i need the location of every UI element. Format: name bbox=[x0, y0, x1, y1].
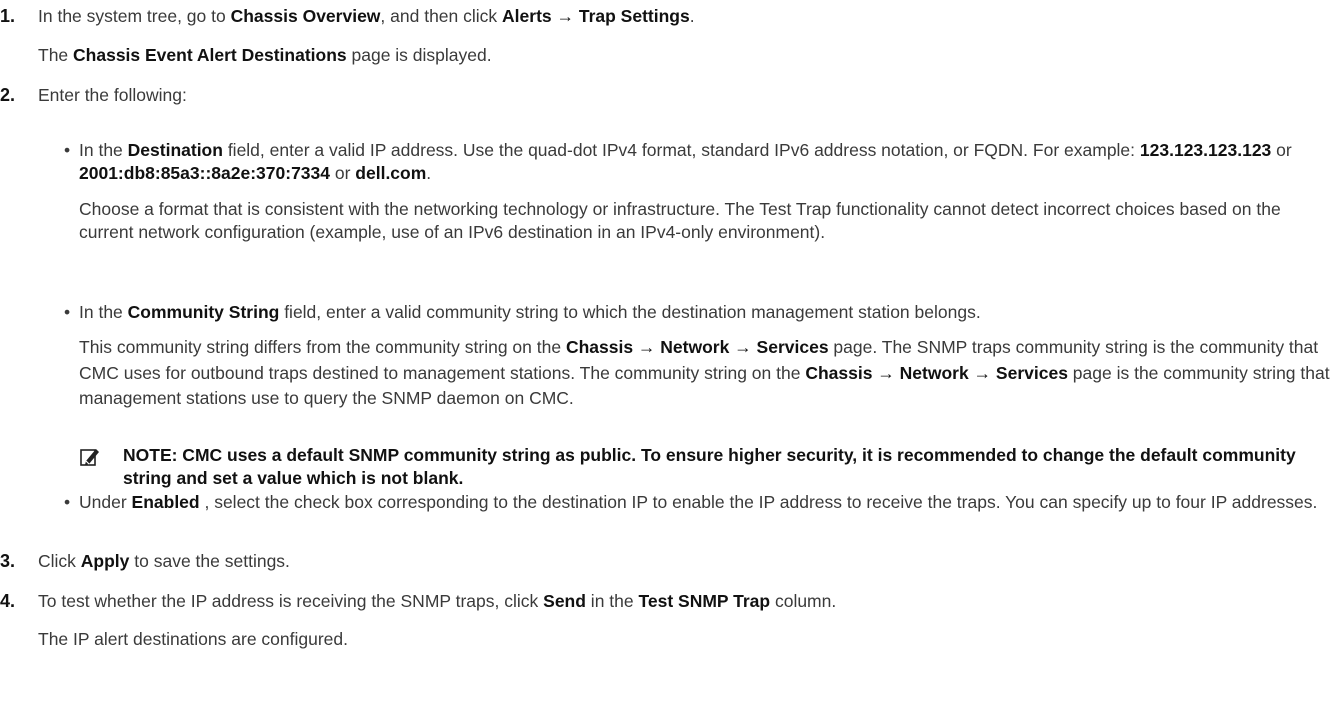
step-number: 4. bbox=[0, 591, 16, 611]
step-number: 1. bbox=[0, 6, 16, 26]
pencil-note-icon bbox=[80, 449, 99, 466]
step-result: The IP alert destinations are configured… bbox=[38, 629, 349, 649]
bullet-marker: • bbox=[64, 140, 71, 160]
bullet-enabled: Under Enabled , select the check box cor… bbox=[79, 492, 1318, 512]
bullet-destination: In the Destination field, enter a valid … bbox=[79, 140, 1292, 183]
note-text: NOTE: CMC uses a default SNMP community … bbox=[123, 445, 1296, 488]
step-number: 2. bbox=[0, 85, 16, 105]
step-text: In the system tree, go to Chassis Overvi… bbox=[38, 6, 695, 26]
step-text: Click Apply to save the settings. bbox=[38, 551, 290, 571]
bullet-community-string: In the Community String field, enter a v… bbox=[79, 302, 981, 322]
step-result: The Chassis Event Alert Destinations pag… bbox=[38, 45, 492, 65]
bullet-marker: • bbox=[64, 492, 71, 512]
step-number: 3. bbox=[0, 551, 16, 571]
bullet-community-detail: This community string differs from the c… bbox=[79, 337, 1330, 408]
step-text: Enter the following: bbox=[38, 85, 187, 105]
bullet-marker: • bbox=[64, 302, 71, 322]
bullet-destination-detail: Choose a format that is consistent with … bbox=[79, 199, 1281, 242]
step-text: To test whether the IP address is receiv… bbox=[38, 591, 837, 611]
